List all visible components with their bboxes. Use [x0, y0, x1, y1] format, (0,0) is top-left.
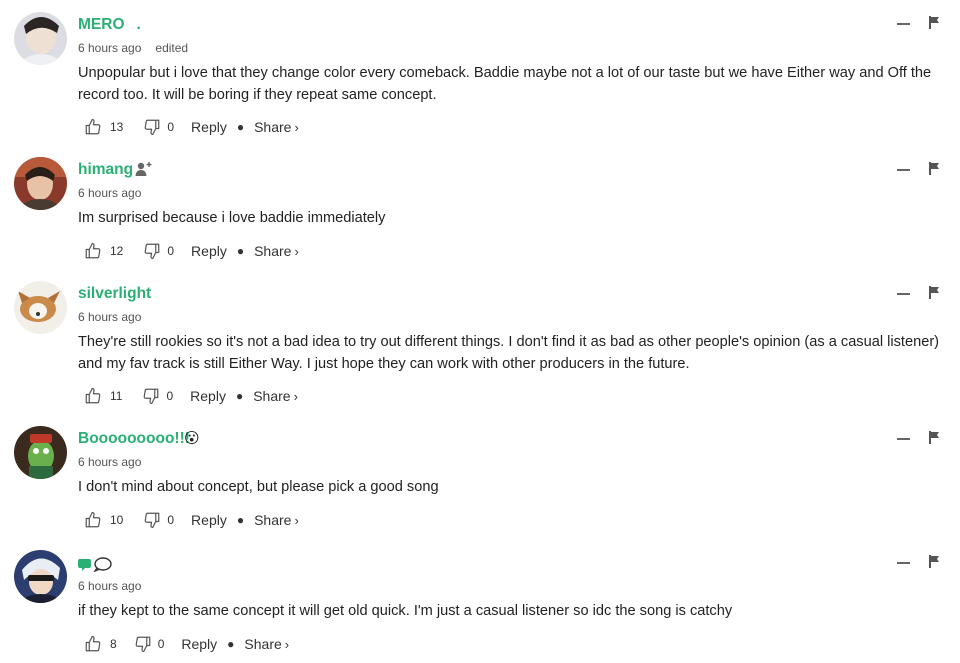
- comment-username[interactable]: Booooooooo!!!: [78, 429, 190, 449]
- comment-text: Im surprised because i love baddie immed…: [78, 210, 386, 226]
- comment-text: if they kept to the same concept it will…: [78, 603, 733, 619]
- reply-button[interactable]: Reply: [181, 636, 217, 652]
- username-text: MERO: [78, 16, 125, 33]
- share-label: Share: [254, 119, 292, 135]
- comment-username[interactable]: MERO.: [78, 15, 141, 35]
- add-friend-icon[interactable]: [135, 161, 153, 181]
- thumbs-down-icon[interactable]: [134, 635, 152, 653]
- comment-text: Unpopular but i love that they change co…: [78, 65, 932, 103]
- comment-meta: 6 hours ago: [78, 185, 141, 201]
- like-count: 10: [110, 513, 124, 527]
- comment-timestamp: 6 hours ago: [78, 579, 142, 593]
- share-button[interactable]: Share ›: [253, 388, 298, 404]
- separator-dot: ●: [236, 244, 245, 258]
- thumbs-up-icon[interactable]: [84, 118, 102, 136]
- comment-meta: 6 hours ago: [78, 309, 141, 325]
- comment-actions: 12 0 Reply ● Share ›: [84, 241, 299, 261]
- share-label: Share: [254, 243, 292, 259]
- username-suffix: .: [136, 16, 141, 33]
- dislike-count: 0: [167, 244, 175, 258]
- flag-icon[interactable]: [928, 555, 940, 568]
- separator-dot: ●: [235, 389, 244, 403]
- comment-timestamp: 6 hours ago: [78, 455, 142, 469]
- comments-list: MERO. 6 hours ago edited Unpopular but i …: [0, 0, 960, 663]
- chevron-right-icon: ›: [294, 120, 299, 135]
- dislike-count: 0: [157, 637, 165, 651]
- thumbs-up-icon[interactable]: [84, 511, 102, 529]
- avatar[interactable]: [14, 550, 67, 603]
- comment-timestamp: 6 hours ago: [78, 186, 142, 200]
- thumbs-down-icon[interactable]: [142, 387, 160, 405]
- edited-label: edited: [155, 41, 189, 55]
- avatar-image: [14, 281, 67, 334]
- comment-text: They're still rookies so it's not a bad …: [78, 334, 940, 372]
- comment-timestamp: 6 hours ago: [78, 310, 142, 324]
- collapse-icon[interactable]: [897, 23, 910, 25]
- collapse-icon[interactable]: [897, 562, 910, 564]
- collapse-icon[interactable]: [897, 438, 910, 440]
- comment-meta: 6 hours ago edited: [78, 40, 188, 56]
- separator-dot: ●: [236, 513, 245, 527]
- flag-icon[interactable]: [928, 16, 940, 29]
- avatar-image: [14, 157, 67, 210]
- avatar-image: [14, 550, 67, 603]
- like-count: 13: [110, 120, 124, 134]
- avatar[interactable]: [14, 157, 67, 210]
- thumbs-down-icon[interactable]: [143, 118, 161, 136]
- share-label: Share: [244, 636, 282, 652]
- comment-username[interactable]: silverlight: [78, 284, 151, 304]
- comment-timestamp: 6 hours ago: [78, 41, 142, 55]
- chevron-right-icon: ›: [294, 244, 299, 259]
- collapse-icon[interactable]: [897, 293, 910, 295]
- reply-button[interactable]: Reply: [190, 388, 226, 404]
- separator-dot: ●: [227, 637, 235, 651]
- dislike-count: 0: [167, 513, 175, 527]
- share-button[interactable]: Share ›: [254, 119, 299, 135]
- comment-actions: 11 0 Reply ● Share ›: [84, 386, 298, 406]
- surprised-face-emoji: 😮: [184, 430, 200, 447]
- reply-button[interactable]: Reply: [191, 119, 227, 135]
- thumbs-up-icon[interactable]: [84, 635, 102, 653]
- separator-dot: ●: [236, 120, 245, 134]
- username-text: himang: [78, 161, 134, 178]
- avatar[interactable]: [14, 426, 67, 479]
- share-button[interactable]: Share ›: [254, 243, 299, 259]
- comment-text: I don't mind about concept, but please p…: [78, 479, 439, 495]
- comment-username[interactable]: himang: [78, 160, 133, 180]
- like-count: 11: [110, 389, 123, 403]
- comment-actions: 10 0 Reply ● Share ›: [84, 510, 299, 530]
- comment-actions: 13 0 Reply ● Share ›: [84, 117, 299, 137]
- reply-button[interactable]: Reply: [191, 512, 227, 528]
- avatar[interactable]: [14, 281, 67, 334]
- flag-icon[interactable]: [928, 431, 940, 444]
- avatar-image: [14, 12, 67, 65]
- flag-icon[interactable]: [928, 286, 940, 299]
- username-text: Booooooooo!!!: [78, 430, 190, 447]
- dislike-count: 0: [167, 120, 175, 134]
- chevron-right-icon: ›: [284, 637, 290, 652]
- avatar[interactable]: [14, 12, 67, 65]
- share-label: Share: [253, 388, 291, 404]
- chevron-right-icon: ›: [294, 513, 299, 528]
- like-count: 8: [110, 637, 117, 651]
- like-count: 12: [110, 244, 124, 258]
- thumbs-down-icon[interactable]: [143, 242, 161, 260]
- speech-bubbles-icon: [78, 556, 114, 576]
- comment-actions: 8 0 Reply ● Share ›: [84, 634, 289, 654]
- share-button[interactable]: Share ›: [244, 636, 289, 652]
- reply-button[interactable]: Reply: [191, 243, 227, 259]
- comment-meta: 6 hours ago: [78, 578, 141, 594]
- share-label: Share: [254, 512, 292, 528]
- avatar-image: [14, 426, 67, 479]
- share-button[interactable]: Share ›: [254, 512, 299, 528]
- thumbs-down-icon[interactable]: [143, 511, 161, 529]
- dislike-count: 0: [166, 389, 174, 403]
- thumbs-up-icon[interactable]: [84, 242, 102, 260]
- comment-meta: 6 hours ago: [78, 454, 141, 470]
- username-text: silverlight: [78, 285, 152, 302]
- chevron-right-icon: ›: [293, 389, 298, 404]
- flag-icon[interactable]: [928, 162, 940, 175]
- collapse-icon[interactable]: [897, 169, 910, 171]
- thumbs-up-icon[interactable]: [84, 387, 102, 405]
